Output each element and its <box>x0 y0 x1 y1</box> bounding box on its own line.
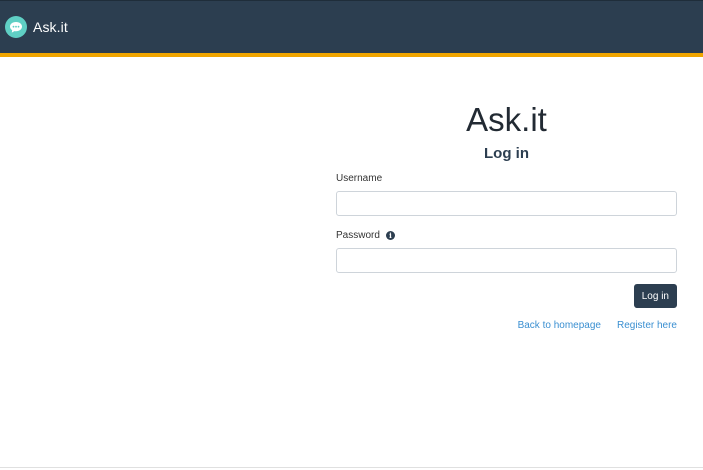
info-circle-icon[interactable]: i <box>385 230 395 240</box>
chat-bubble-icon <box>5 16 27 38</box>
app-title: Ask.it <box>466 101 547 138</box>
brand-name: Ask.it <box>33 19 68 35</box>
password-label: Password <box>336 229 380 241</box>
auth-links: Back to homepage Register here <box>336 320 677 331</box>
top-navbar: Ask.it <box>0 0 703 57</box>
username-input[interactable] <box>336 191 677 216</box>
back-to-homepage-link[interactable]: Back to homepage <box>518 320 601 331</box>
brand-link[interactable]: Ask.it <box>5 16 68 38</box>
form-actions: Log in <box>336 284 677 308</box>
login-button[interactable]: Log in <box>633 284 677 308</box>
username-label: Username <box>336 172 383 184</box>
username-label-row: Username <box>336 171 677 185</box>
login-panel: Ask.it Log in Username Password i Log in… <box>336 96 677 331</box>
password-input[interactable] <box>336 248 677 273</box>
password-label-row: Password i <box>336 228 677 242</box>
footer-divider <box>0 467 703 468</box>
register-link[interactable]: Register here <box>617 320 677 331</box>
login-heading: Log in <box>484 145 529 162</box>
